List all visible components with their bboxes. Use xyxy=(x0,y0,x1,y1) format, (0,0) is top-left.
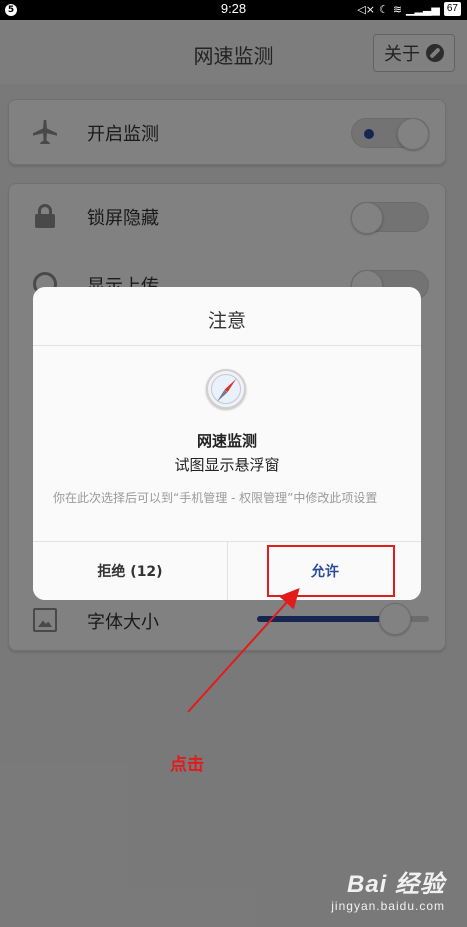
annotation-arrow xyxy=(187,588,300,713)
watermark-url: jingyan.baidu.com xyxy=(331,899,445,913)
watermark-brand: Bai 经验 xyxy=(346,871,445,898)
baidu-jingyan-watermark: Bai 经验 jingyan.baidu.com xyxy=(331,864,445,913)
annotation-note: 点击 xyxy=(170,755,204,775)
